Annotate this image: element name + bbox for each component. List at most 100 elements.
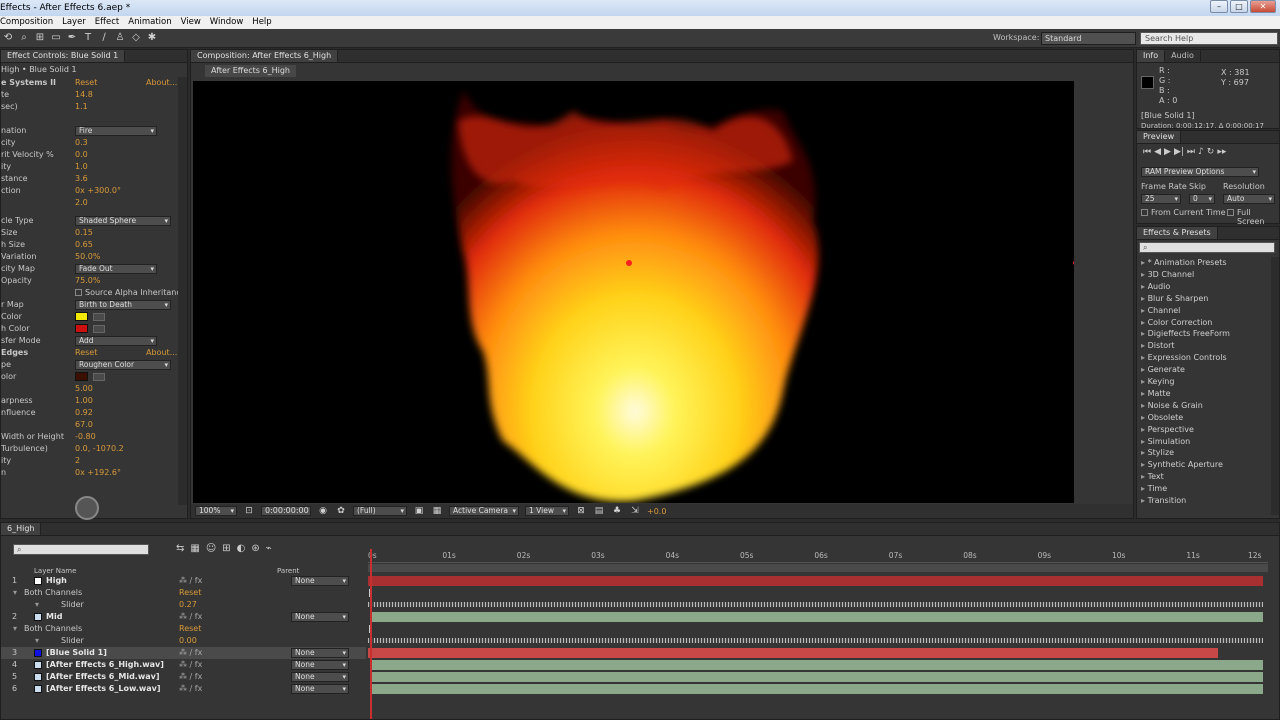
comp-viewer[interactable]	[193, 81, 1074, 503]
skip-select[interactable]: 0	[1189, 194, 1215, 204]
label-color-swatch[interactable]	[34, 613, 42, 621]
property-value[interactable]: -0.80	[75, 431, 96, 443]
layer-row[interactable]: ▾ Both Channels Reset	[1, 587, 366, 599]
rotate-tool-icon[interactable]: ⟲	[0, 31, 16, 45]
tab-audio[interactable]: Audio	[1165, 50, 1201, 62]
parent-select[interactable]: None	[291, 660, 349, 670]
effects-category-item[interactable]: ▸ Keying	[1141, 376, 1174, 388]
zoom-select[interactable]: 100%	[195, 506, 237, 516]
effects-category-item[interactable]: ▸ Synthetic Aperture	[1141, 459, 1223, 471]
exposure-value[interactable]: +0.0	[647, 507, 666, 516]
layer-name[interactable]: [Blue Solid 1]	[46, 647, 107, 659]
color-swatch[interactable]	[75, 372, 88, 381]
color-swatch[interactable]	[75, 324, 88, 333]
effects-category-item[interactable]: ▸ Channel	[1141, 305, 1180, 317]
property-dropdown[interactable]: Birth to Death	[75, 300, 171, 310]
section-header[interactable]: e Systems II	[1, 77, 56, 89]
from-current-checkbox[interactable]	[1141, 209, 1148, 216]
property-value[interactable]: 3.6	[75, 173, 88, 185]
property-dropdown[interactable]: Fire	[75, 126, 157, 136]
property-value[interactable]: 0.0, -1070.2	[75, 443, 124, 455]
layer-duration-bar[interactable]	[372, 660, 1263, 670]
effects-category-item[interactable]: ▸ Perspective	[1141, 424, 1194, 436]
effects-search-input[interactable]: ⌕	[1139, 242, 1275, 253]
layer-row[interactable]: 5 [After Effects 6_Mid.wav] ⁂ ∕ fx None	[1, 671, 366, 683]
draft-3d-icon[interactable]: ▦	[190, 543, 199, 554]
parent-select[interactable]: None	[291, 684, 349, 694]
effects-category-item[interactable]: ▸ * Animation Presets	[1141, 257, 1227, 269]
tab-effect-controls[interactable]: Effect Controls: Blue Solid 1	[1, 50, 126, 62]
effects-category-item[interactable]: ▸ Expression Controls	[1141, 352, 1227, 364]
channel-icon[interactable]: ✿	[335, 504, 347, 518]
search-help-input[interactable]: Search Help	[1140, 32, 1278, 45]
property-value[interactable]: 67.0	[75, 419, 93, 431]
layer-name[interactable]: [After Effects 6_High.wav]	[46, 659, 164, 671]
label-color-swatch[interactable]	[34, 685, 42, 693]
layer-row[interactable]: 6 [After Effects 6_Low.wav] ⁂ ∕ fx None	[1, 683, 366, 695]
property-value[interactable]: 0.15	[75, 227, 93, 239]
effects-category-item[interactable]: ▸ 3D Channel	[1141, 269, 1194, 281]
timeline-search-input[interactable]: ⌕	[13, 544, 149, 555]
label-color-swatch[interactable]	[34, 577, 42, 585]
layer-duration-bar[interactable]	[372, 612, 1263, 622]
camera-tool-icon[interactable]: ⌕	[16, 31, 32, 45]
eyedropper-icon[interactable]	[93, 313, 105, 321]
fast-previews-icon[interactable]: ▤	[593, 504, 605, 518]
effects-category-item[interactable]: ▸ Obsolete	[1141, 412, 1183, 424]
timecode-field[interactable]: 0:00:00:00	[261, 506, 311, 516]
tab-timeline[interactable]: 6_High	[1, 523, 42, 535]
label-color-swatch[interactable]	[34, 661, 42, 669]
frame-blend-icon[interactable]: ⊞	[222, 543, 230, 554]
layer-switches-icon[interactable]: ⁂ ∕ fx	[179, 647, 202, 659]
property-value[interactable]: 0.0	[75, 149, 88, 161]
layer-switches-icon[interactable]: ⁂ ∕ fx	[179, 659, 202, 671]
mute-icon[interactable]: ♪	[1198, 147, 1204, 157]
label-color-swatch[interactable]	[34, 673, 42, 681]
effects-category-item[interactable]: ▸ Text	[1141, 471, 1164, 483]
view-layout-select[interactable]: 1 View	[525, 506, 569, 516]
reset-link[interactable]: Reset	[75, 77, 97, 89]
shy-icon[interactable]: ☺	[206, 543, 216, 554]
property-value[interactable]: 1.00	[75, 395, 93, 407]
layer-row[interactable]: ▾ Slider 0.00	[1, 635, 366, 647]
property-dropdown[interactable]: Shaded Sphere	[75, 216, 171, 226]
expand-arrow-icon[interactable]: ▾	[35, 635, 39, 647]
toggle-pixel-icon[interactable]: ⊠	[575, 504, 587, 518]
effects-category-item[interactable]: ▸ Color Correction	[1141, 317, 1212, 329]
time-ruler[interactable]: 0s 01s 02s 03s 04s 05s 06s 07s 08s 09s 10s 11s 12s	[368, 549, 1268, 563]
layer-row[interactable]: 4 [After Effects 6_High.wav] ⁂ ∕ fx None	[1, 659, 366, 671]
effects-category-item[interactable]: ▸ Blur & Sharpen	[1141, 293, 1208, 305]
effects-category-item[interactable]: ▸ Stylize	[1141, 447, 1174, 459]
tab-effects-presets[interactable]: Effects & Presets	[1137, 227, 1218, 239]
effects-category-item[interactable]: ▸ Distort	[1141, 340, 1175, 352]
menu-help[interactable]: Help	[252, 16, 271, 29]
property-value[interactable]: Reset	[179, 623, 201, 635]
effects-category-item[interactable]: ▸ Audio	[1141, 281, 1170, 293]
type-tool-icon[interactable]: T	[80, 31, 96, 45]
clone-stamp-tool-icon[interactable]: ♙	[112, 31, 128, 45]
brush-tool-icon[interactable]: ∕	[96, 31, 112, 45]
resolution-select-preview[interactable]: Auto	[1223, 194, 1275, 204]
workspace-select[interactable]: Standard	[1041, 32, 1136, 45]
property-value[interactable]: 14.8	[75, 89, 93, 101]
property-value[interactable]: 2	[75, 455, 80, 467]
safe-margins-icon[interactable]: ⊡	[243, 504, 255, 518]
expand-arrow-icon[interactable]: ▾	[13, 623, 17, 635]
first-frame-icon[interactable]: ⏮	[1143, 147, 1151, 157]
layer-duration-bar[interactable]	[372, 684, 1263, 694]
layer-duration-bar[interactable]	[368, 576, 1263, 586]
angle-dial[interactable]	[75, 496, 99, 520]
parent-select[interactable]: None	[291, 576, 349, 586]
parent-select[interactable]: None	[291, 612, 349, 622]
last-frame-icon[interactable]: ⏭	[1187, 147, 1195, 157]
property-value[interactable]: 0.92	[75, 407, 93, 419]
full-screen-checkbox[interactable]	[1227, 209, 1234, 216]
tab-info[interactable]: Info	[1137, 50, 1166, 62]
roi-icon[interactable]: ▣	[413, 504, 425, 518]
transparency-grid-icon[interactable]: ▦	[431, 504, 443, 518]
play-icon[interactable]: ▶	[1164, 147, 1171, 157]
tab-preview[interactable]: Preview	[1137, 131, 1182, 143]
property-value[interactable]: 75.0%	[75, 275, 100, 287]
close-button[interactable]: ✕	[1250, 0, 1276, 13]
maximize-button[interactable]: □	[1230, 0, 1248, 13]
